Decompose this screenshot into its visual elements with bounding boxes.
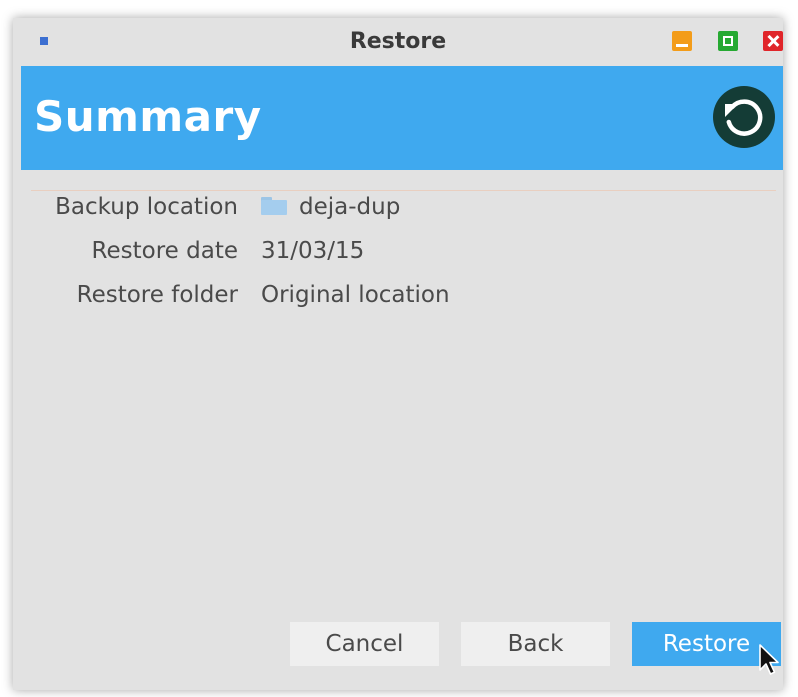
header-divider bbox=[31, 190, 776, 191]
backup-location-label: Backup location bbox=[55, 194, 238, 220]
window-title: Restore bbox=[349, 29, 447, 54]
restore-date-value: 31/03/15 bbox=[261, 238, 365, 264]
minimize-button[interactable] bbox=[672, 31, 692, 51]
restore-folder-value: Original location bbox=[261, 282, 450, 308]
cancel-button[interactable]: Cancel bbox=[290, 622, 439, 666]
restore-date-label: Restore date bbox=[91, 238, 238, 264]
restore-window: Restore Summary Backup location deja-dup… bbox=[13, 18, 783, 690]
restore-icon bbox=[713, 86, 775, 148]
folder-icon bbox=[261, 197, 287, 215]
backup-location-text: deja-dup bbox=[299, 194, 401, 220]
back-button[interactable]: Back bbox=[461, 622, 610, 666]
title-bar[interactable]: Restore bbox=[13, 18, 783, 66]
mouse-cursor-icon bbox=[759, 644, 779, 675]
backup-location-value: deja-dup bbox=[261, 194, 400, 220]
page-title: Summary bbox=[34, 92, 262, 141]
maximize-button[interactable] bbox=[718, 31, 738, 51]
page-header: Summary bbox=[21, 66, 783, 170]
close-button[interactable] bbox=[763, 31, 783, 51]
restore-folder-label: Restore folder bbox=[76, 282, 238, 308]
